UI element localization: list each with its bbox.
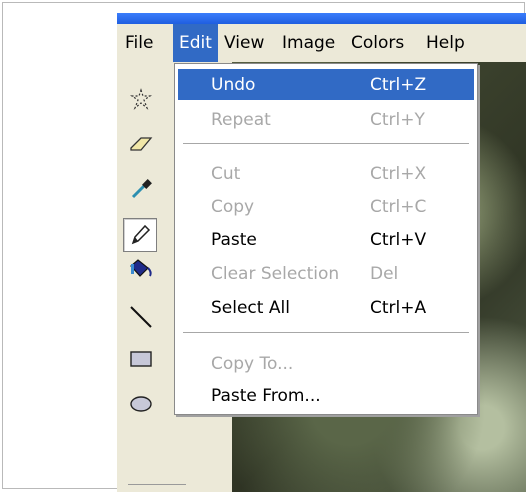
edit-menu-dropdown: Undo Ctrl+Z Repeat Ctrl+Y Cut Ctrl+X Cop…	[174, 63, 478, 415]
menu-file[interactable]: File	[119, 24, 159, 62]
menu-item-select-all[interactable]: Select All Ctrl+A	[178, 292, 474, 323]
title-bar	[117, 13, 526, 24]
menu-view[interactable]: View	[218, 24, 270, 62]
menu-item-label: Copy To...	[211, 353, 294, 374]
menu-separator	[183, 332, 469, 334]
pencil-icon[interactable]	[123, 218, 157, 252]
menu-item-copy[interactable]: Copy Ctrl+C	[178, 191, 474, 222]
menu-colors[interactable]: Colors	[345, 24, 410, 62]
menu-separator	[183, 143, 469, 145]
menu-item-cut[interactable]: Cut Ctrl+X	[178, 158, 474, 189]
menu-image[interactable]: Image	[276, 24, 341, 62]
menu-item-label: Undo	[211, 74, 256, 95]
menu-item-shortcut: Ctrl+Z	[370, 74, 427, 95]
menu-item-label: Clear Selection	[211, 263, 340, 284]
menu-item-undo[interactable]: Undo Ctrl+Z	[178, 69, 474, 100]
menu-item-label: Paste	[211, 229, 257, 250]
menu-item-paste-from[interactable]: Paste From...	[178, 380, 474, 411]
line-icon[interactable]	[126, 302, 156, 332]
menu-item-paste[interactable]: Paste Ctrl+V	[178, 224, 474, 255]
menu-bar: File Edit View Image Colors Help	[117, 24, 526, 62]
menu-item-copy-to[interactable]: Copy To...	[178, 348, 474, 379]
menu-item-shortcut: Ctrl+V	[370, 229, 427, 250]
menu-item-repeat[interactable]: Repeat Ctrl+Y	[178, 104, 474, 135]
menu-help[interactable]: Help	[420, 24, 471, 62]
menu-item-shortcut: Ctrl+C	[370, 196, 427, 217]
menu-item-label: Select All	[211, 297, 290, 318]
menu-item-label: Repeat	[211, 109, 271, 130]
menu-item-label: Cut	[211, 163, 241, 184]
menu-item-shortcut: Del	[370, 263, 399, 284]
eraser-icon[interactable]	[126, 129, 156, 159]
free-form-select-icon[interactable]	[126, 84, 156, 114]
fill-bucket-icon[interactable]	[126, 255, 156, 285]
menu-item-shortcut: Ctrl+Y	[370, 109, 425, 130]
menu-item-label: Copy	[211, 196, 255, 217]
menu-edit[interactable]: Edit	[173, 24, 218, 62]
menu-item-shortcut: Ctrl+A	[370, 297, 427, 318]
ellipse-icon[interactable]	[126, 389, 156, 419]
menu-item-shortcut: Ctrl+X	[370, 163, 427, 184]
rectangle-icon[interactable]	[126, 344, 156, 374]
tool-options-box	[128, 484, 186, 491]
color-picker-icon[interactable]	[126, 174, 156, 204]
menu-item-clear-selection[interactable]: Clear Selection Del	[178, 258, 474, 289]
menu-item-label: Paste From...	[211, 385, 321, 406]
